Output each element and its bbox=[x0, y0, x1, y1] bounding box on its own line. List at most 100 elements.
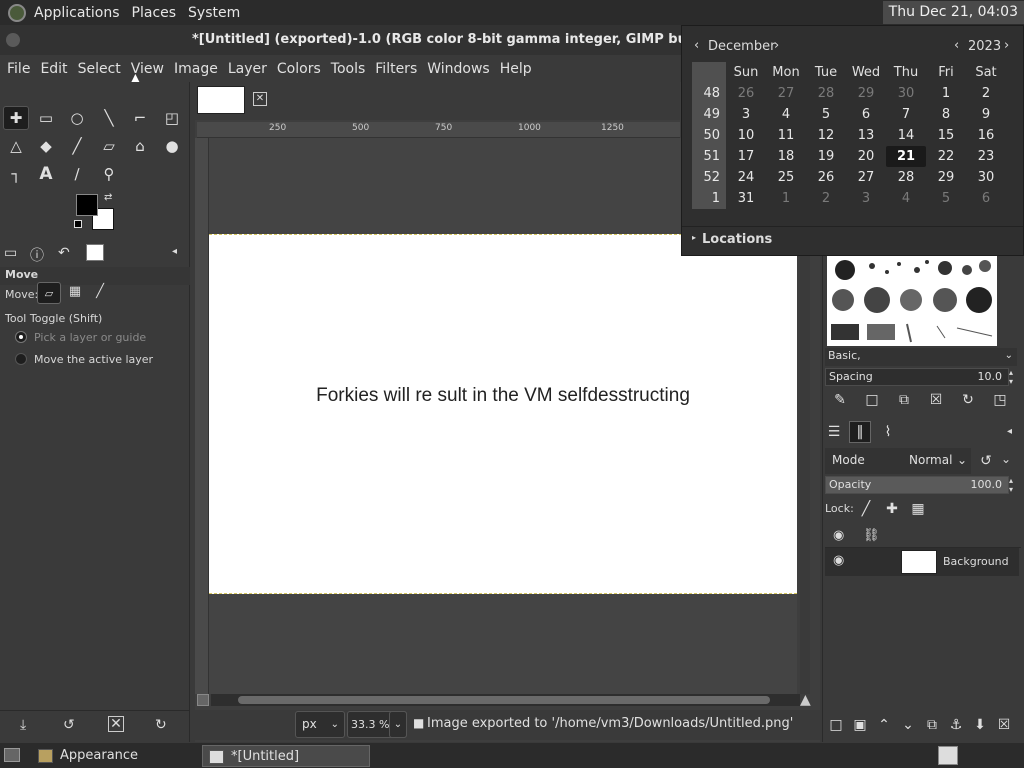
calendar-day[interactable]: 8 bbox=[926, 107, 966, 122]
move-selection-button[interactable]: ▦ bbox=[65, 284, 85, 302]
lock-position-icon[interactable]: ✚ bbox=[881, 498, 903, 520]
tool-options-tab-icon[interactable]: ▭ bbox=[4, 245, 17, 261]
window-menu-icon[interactable] bbox=[6, 33, 20, 47]
calendar-day[interactable]: 16 bbox=[966, 128, 1006, 143]
merge-layer-icon[interactable]: ⬇ bbox=[969, 714, 991, 736]
bucket-fill-icon[interactable]: ◆ bbox=[33, 134, 59, 158]
move-layer-button[interactable]: ▱ bbox=[37, 282, 61, 304]
calendar-day[interactable]: 1 bbox=[926, 86, 966, 101]
transform-icon[interactable]: ◰ bbox=[159, 106, 185, 130]
eraser-icon[interactable]: ▱ bbox=[96, 134, 122, 158]
calendar-day[interactable]: 7 bbox=[886, 107, 926, 122]
calendar-day[interactable]: 10 bbox=[726, 128, 766, 143]
workspace-switcher-icon[interactable] bbox=[938, 746, 958, 765]
calendar-day[interactable]: 21 bbox=[886, 146, 926, 167]
menu-filters[interactable]: Filters bbox=[370, 61, 422, 77]
calendar-day[interactable]: 26 bbox=[726, 86, 766, 101]
new-brush-icon[interactable]: □ bbox=[861, 389, 883, 411]
zoom-icon[interactable]: ⚲ bbox=[96, 162, 122, 186]
calendar-day[interactable]: 11 bbox=[766, 128, 806, 143]
calendar-day[interactable]: 18 bbox=[766, 149, 806, 164]
calendar-day[interactable]: 5 bbox=[926, 191, 966, 206]
spacing-spinner-icon[interactable]: ▴ ▾ bbox=[1009, 368, 1013, 386]
rect-select-icon[interactable]: ▭ bbox=[33, 106, 59, 130]
calendar-day[interactable]: 27 bbox=[766, 86, 806, 101]
configure-layers-icon[interactable]: ◂ bbox=[1007, 426, 1012, 437]
fuzzy-select-icon[interactable]: ╲ bbox=[96, 106, 122, 130]
undo-history-tab-icon[interactable]: ↶ bbox=[58, 245, 70, 261]
delete-tool-preset-icon[interactable]: ✕ bbox=[108, 716, 124, 732]
calendar-day[interactable]: 2 bbox=[806, 191, 846, 206]
horizontal-scrollbar-thumb[interactable] bbox=[238, 696, 770, 704]
calendar-day[interactable]: 27 bbox=[846, 170, 886, 185]
opacity-spinner-icon[interactable]: ▴ ▾ bbox=[1009, 476, 1013, 494]
menu-system[interactable]: System bbox=[188, 5, 240, 21]
foreground-color-swatch[interactable] bbox=[76, 194, 98, 216]
layers-tab-icon[interactable]: ☰ bbox=[823, 421, 845, 443]
smudge-icon[interactable]: ● bbox=[159, 134, 185, 158]
layer-mode-select[interactable]: Mode Normal ⌄ bbox=[825, 448, 971, 474]
zoom-input[interactable]: 33.3 % ⌄ bbox=[347, 711, 407, 738]
lock-alpha-icon[interactable]: ▦ bbox=[907, 498, 929, 520]
clock[interactable]: Thu Dec 21, 04:03 bbox=[882, 1, 1024, 24]
move-active-layer-radio[interactable] bbox=[15, 353, 27, 365]
move-path-button[interactable]: ╱ bbox=[90, 284, 110, 302]
calendar-day[interactable]: 20 bbox=[846, 149, 886, 164]
calendar-day[interactable]: 13 bbox=[846, 128, 886, 143]
configure-tab-icon[interactable]: ◂ bbox=[172, 246, 177, 257]
layer-row[interactable]: ◉ Background bbox=[825, 548, 1019, 576]
crop-icon[interactable]: ⌐ bbox=[127, 106, 153, 130]
zoom-dropdown-icon[interactable]: ⌄ bbox=[389, 711, 407, 738]
menu-edit[interactable]: Edit bbox=[35, 61, 72, 77]
pick-layer-label[interactable]: Pick a layer or guide bbox=[34, 331, 146, 344]
delete-layer-icon[interactable]: ☒ bbox=[993, 714, 1015, 736]
default-colors-icon[interactable] bbox=[74, 220, 82, 228]
image-tab-thumbnail[interactable] bbox=[197, 86, 245, 114]
close-tab-icon[interactable]: ✕ bbox=[253, 92, 267, 106]
calendar-day[interactable]: 9 bbox=[966, 107, 1006, 122]
edit-brush-icon[interactable]: ✎ bbox=[829, 389, 851, 411]
brush-preset-select[interactable]: Basic, ⌄ bbox=[825, 348, 1017, 366]
delete-brush-icon[interactable]: ☒ bbox=[925, 389, 947, 411]
calendar-day[interactable]: 4 bbox=[886, 191, 926, 206]
calendar-day[interactable]: 17 bbox=[726, 149, 766, 164]
calendar-day[interactable]: 14 bbox=[886, 128, 926, 143]
calendar-day[interactable]: 15 bbox=[926, 128, 966, 143]
chevron-down-icon[interactable]: ⌄ bbox=[1001, 452, 1011, 466]
calendar-day[interactable]: 28 bbox=[886, 170, 926, 185]
anchor-layer-icon[interactable]: ⚓ bbox=[945, 714, 967, 736]
calendar-day[interactable]: 4 bbox=[766, 107, 806, 122]
lower-layer-icon[interactable]: ⌄ bbox=[897, 714, 919, 736]
refresh-brushes-icon[interactable]: ↻ bbox=[957, 389, 979, 411]
task-gimp-window[interactable]: *[Untitled] (exporte... bbox=[202, 745, 370, 767]
menu-places[interactable]: Places bbox=[132, 5, 177, 21]
menu-tools[interactable]: Tools bbox=[326, 61, 371, 77]
calendar-day[interactable]: 23 bbox=[966, 149, 1006, 164]
locations-expander[interactable]: ▸ Locations bbox=[682, 226, 1023, 252]
calendar-day[interactable]: 29 bbox=[926, 170, 966, 185]
images-tab-icon[interactable] bbox=[86, 244, 104, 261]
paintbrush-icon[interactable]: ╱ bbox=[64, 134, 90, 158]
calendar-day[interactable]: 28 bbox=[806, 86, 846, 101]
menu-windows[interactable]: Windows bbox=[422, 61, 495, 77]
text-tool-icon[interactable]: A bbox=[33, 162, 59, 186]
brushes-grid[interactable] bbox=[827, 256, 997, 346]
calendar-day[interactable]: 6 bbox=[966, 191, 1006, 206]
menu-select[interactable]: Select bbox=[73, 61, 126, 77]
spacing-slider[interactable]: Spacing 10.0 bbox=[825, 368, 1009, 386]
lasso-icon[interactable]: ○ bbox=[64, 106, 90, 130]
new-layer-icon[interactable]: □ bbox=[825, 714, 847, 736]
calendar-day[interactable]: 30 bbox=[886, 86, 926, 101]
lock-pixels-icon[interactable]: ╱ bbox=[855, 498, 877, 520]
move-active-layer-label[interactable]: Move the active layer bbox=[34, 353, 153, 366]
next-year-icon[interactable]: › bbox=[1004, 38, 1009, 53]
switch-mode-group-icon[interactable]: ↺ bbox=[975, 450, 997, 472]
menu-help[interactable]: Help bbox=[495, 61, 537, 77]
quick-mask-toggle-icon[interactable] bbox=[197, 694, 209, 706]
move-tool-icon[interactable]: ✚ bbox=[3, 106, 29, 130]
navigate-icon[interactable]: ▲ bbox=[800, 692, 811, 708]
menu-file[interactable]: File bbox=[0, 61, 35, 77]
horizontal-ruler[interactable]: 250 500 750 1000 1250 bbox=[197, 122, 680, 138]
image-canvas[interactable]: Forkies will re sult in the VM selfdesst… bbox=[209, 234, 797, 594]
restore-tool-preset-icon[interactable]: ↺ bbox=[63, 717, 75, 733]
